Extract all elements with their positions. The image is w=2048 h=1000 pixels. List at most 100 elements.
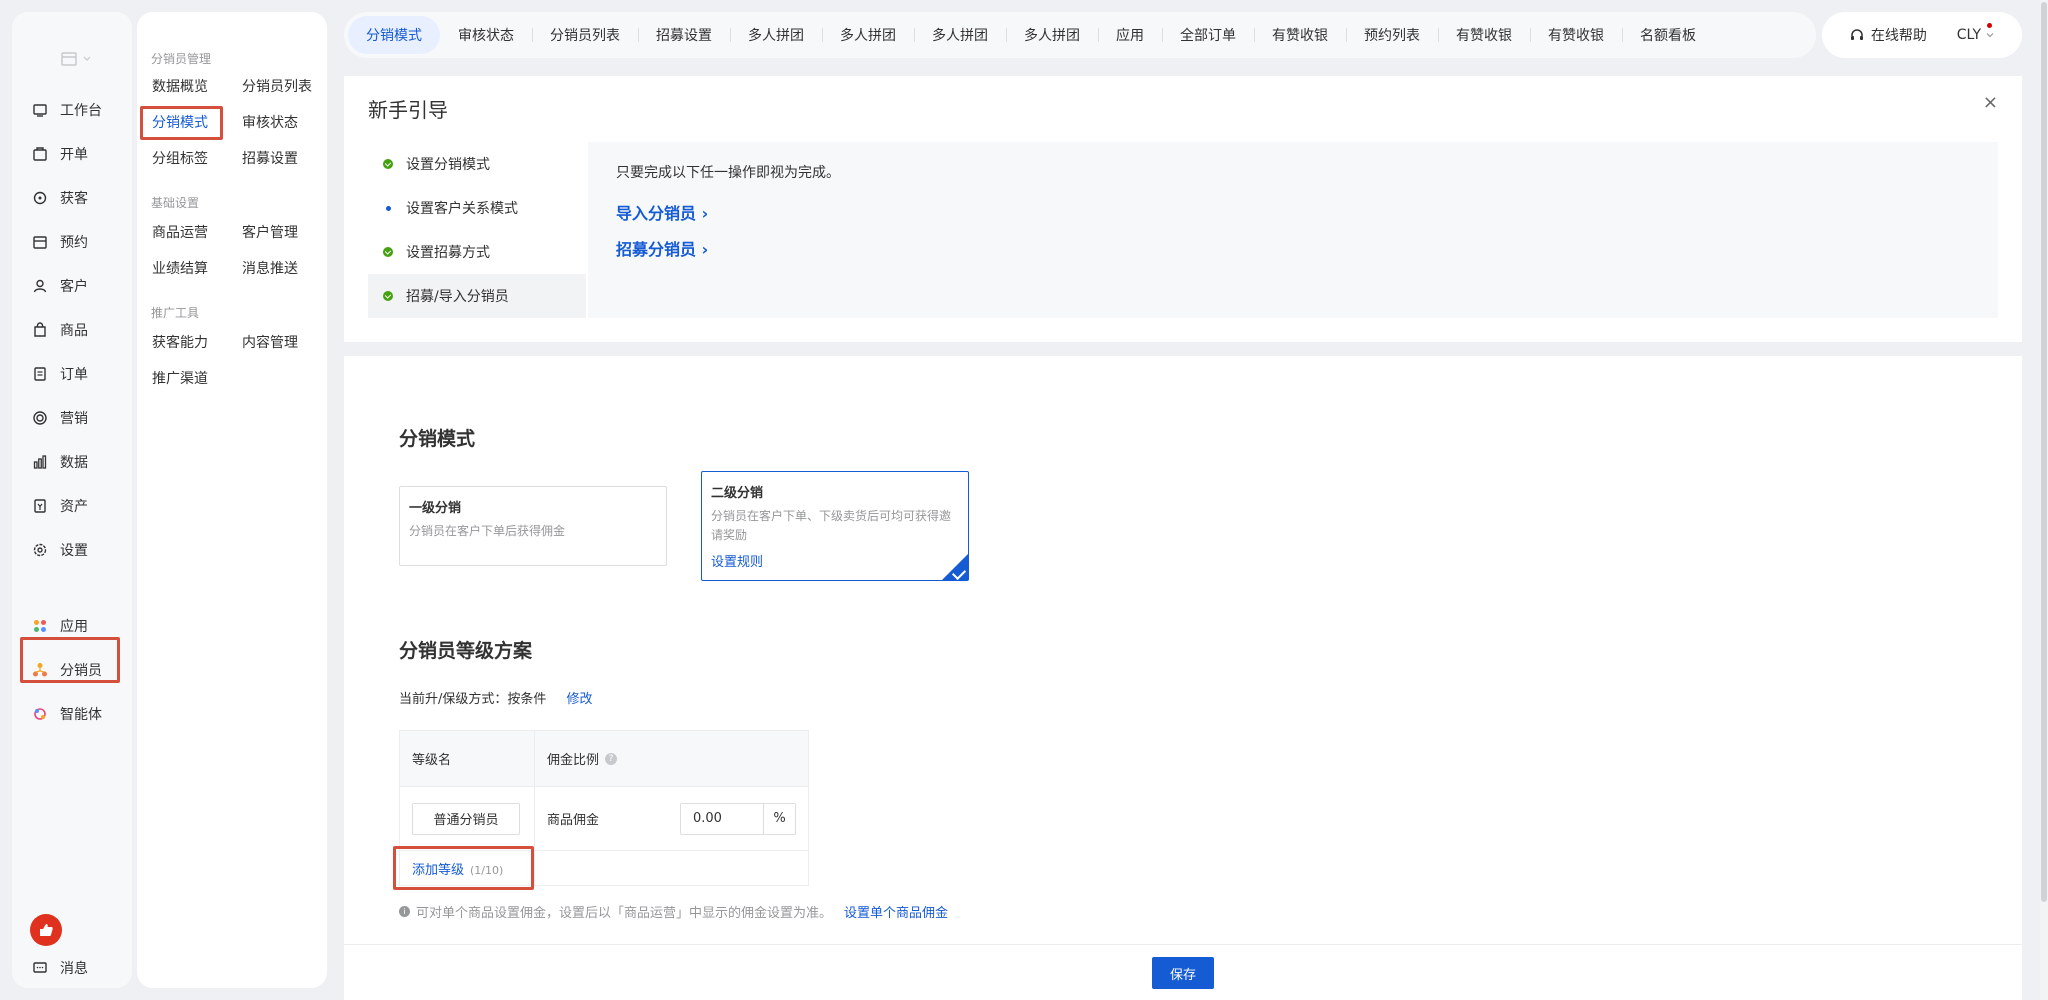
sidebar-item-label: 资产 [60, 499, 88, 515]
distribution-settings: 分销模式 一级分销 分销员在客户下单后获得佣金 二级分销 分销员在客户下单、下级… [344, 356, 2022, 944]
sidebar-item-message[interactable]: 消息 [32, 950, 128, 986]
sidebar-item-workbench[interactable]: 工作台 [32, 92, 128, 128]
tab-cashier-1[interactable]: 有赞收银 [1254, 16, 1346, 54]
top-right-actions: 在线帮助 CLY [1822, 12, 2022, 58]
import-distributor-link[interactable]: 导入分销员 › [616, 200, 1970, 224]
subnav-link-audit-status[interactable]: 审核状态 [242, 112, 298, 132]
sidebar-item-billing[interactable]: 开单 [32, 136, 128, 172]
subnav-link-content-mgmt[interactable]: 内容管理 [242, 332, 298, 352]
save-button[interactable]: 保存 [1152, 957, 1214, 989]
online-help-button[interactable]: 在线帮助 [1849, 25, 1927, 45]
guide-step[interactable]: 设置招募方式 [368, 230, 586, 274]
subnav-link-distribution-mode[interactable]: 分销模式 [152, 112, 208, 132]
subnav-link-recruit-settings[interactable]: 招募设置 [242, 148, 298, 168]
level-table: 等级名 佣金比例 ? 普通分销员 商品佣金 % 添加等级 (1/10) [399, 730, 809, 886]
tab-distributor-list[interactable]: 分销员列表 [532, 16, 638, 54]
sidebar-item-settings[interactable]: 设置 [32, 532, 128, 568]
sidebar-item-label: 订单 [60, 367, 88, 383]
mode-card-level-two[interactable]: 二级分销 分销员在客户下单、下级卖货后可均可获得邀请奖励 设置规则 [701, 471, 969, 581]
help-icon[interactable]: ? [605, 752, 618, 765]
mode-card-level-one[interactable]: 一级分销 分销员在客户下单后获得佣金 [399, 486, 667, 566]
sidebar-item-label: 消息 [60, 961, 88, 977]
subnav-link-settlement[interactable]: 业绩结算 [152, 258, 208, 278]
sidebar-item-calendar[interactable]: 预约 [32, 224, 128, 260]
recruit-distributor-link[interactable]: 招募分销员 › [616, 236, 1970, 260]
sidebar-item-agent[interactable]: 智能体 [32, 696, 128, 732]
single-goods-commission-link[interactable]: 设置单个商品佣金 [844, 902, 948, 921]
sidebar-item-label: 应用 [60, 619, 88, 635]
tab-cashier-2[interactable]: 有赞收银 [1438, 16, 1530, 54]
close-icon[interactable]: × [1983, 92, 1998, 113]
headset-icon [1850, 29, 1863, 40]
subnav-link-overview[interactable]: 数据概览 [152, 76, 208, 96]
subnav-link-distributor-list[interactable]: 分销员列表 [242, 76, 312, 96]
tab-group-buy-4[interactable]: 多人拼团 [1006, 16, 1098, 54]
header-commission-label: 佣金比例 [547, 753, 600, 768]
tab-apps[interactable]: 应用 [1098, 16, 1162, 54]
subnav-link-customer-mgmt[interactable]: 客户管理 [242, 222, 298, 242]
sidebar-item-acquire[interactable]: 获客 [32, 180, 128, 216]
tab-all-orders[interactable]: 全部订单 [1162, 16, 1254, 54]
tab-distribution-mode[interactable]: 分销模式 [348, 16, 440, 54]
acquire-icon [32, 190, 48, 206]
sidebar-item-order[interactable]: 订单 [32, 356, 128, 392]
commission-type: 商品佣金 [547, 813, 600, 828]
tab-group-buy-1[interactable]: 多人拼团 [730, 16, 822, 54]
subnav-link-channels[interactable]: 推广渠道 [152, 368, 208, 388]
tab-group-buy-2[interactable]: 多人拼团 [822, 16, 914, 54]
level-name-field[interactable]: 普通分销员 [412, 802, 520, 835]
commission-input[interactable] [681, 803, 763, 834]
chevron-down-icon [83, 56, 91, 61]
add-level-button[interactable]: 添加等级 (1/10) [412, 859, 503, 878]
guide-step-label: 设置客户关系模式 [406, 201, 518, 217]
info-icon: i [399, 906, 410, 917]
level-count: (1/10) [470, 863, 504, 877]
sidebar-item-apps[interactable]: 应用 [32, 608, 128, 644]
store-switcher[interactable] [60, 44, 100, 74]
mode-card-title: 二级分销 [711, 486, 764, 501]
tab-cashier-3[interactable]: 有赞收银 [1530, 16, 1622, 54]
subnav-group-title: 推广工具 [151, 306, 200, 320]
guide-step[interactable]: 设置客户关系模式 [368, 186, 586, 230]
subnav-group-title: 分销员管理 [151, 52, 212, 66]
guide-step[interactable]: 招募/导入分销员 [368, 274, 586, 318]
guide-step-content: 只要完成以下任一操作即视为完成。 导入分销员 › 招募分销员 › [588, 142, 1998, 318]
sidebar-item-label: 分销员 [60, 663, 102, 679]
primary-sidebar: 工作台 开单 获客 预约 客户 商品 订单 营销 数据 资产 设置 应用 分销员… [12, 12, 132, 988]
agent-icon [32, 706, 48, 722]
table-row: 添加等级 (1/10) [400, 851, 808, 885]
guide-step[interactable]: 设置分销模式 [368, 142, 586, 186]
tab-quota-board[interactable]: 名额看板 [1622, 16, 1714, 54]
tab-recruit-settings[interactable]: 招募设置 [638, 16, 730, 54]
sidebar-item-distributor[interactable]: 分销员 [32, 652, 128, 688]
user-icon [32, 278, 48, 294]
sidebar-item-goods[interactable]: 商品 [32, 312, 128, 348]
subnav-link-group-tags[interactable]: 分组标签 [152, 148, 208, 168]
check-circle-icon [382, 158, 394, 170]
page-scrollbar[interactable] [2040, 0, 2048, 1000]
message-icon [32, 960, 48, 976]
sidebar-item-data[interactable]: 数据 [32, 444, 128, 480]
sidebar-item-asset[interactable]: 资产 [32, 488, 128, 524]
current-dot-icon [382, 202, 394, 214]
tab-audit-status[interactable]: 审核状态 [440, 16, 532, 54]
header-level-name: 等级名 [400, 731, 535, 786]
apps-icon [32, 618, 48, 634]
commission-input-group: % [680, 802, 796, 835]
sidebar-item-customer[interactable]: 客户 [32, 268, 128, 304]
subnav-link-goods-ops[interactable]: 商品运营 [152, 222, 208, 242]
sidebar-item-label: 设置 [60, 543, 88, 559]
subnav-link-acquire-ability[interactable]: 获客能力 [152, 332, 208, 352]
set-rules-link[interactable]: 设置规则 [711, 551, 959, 570]
modify-link[interactable]: 修改 [567, 692, 593, 707]
guide-step-label: 设置分销模式 [406, 157, 490, 173]
sidebar-item-label: 工作台 [60, 103, 102, 119]
guide-hint: 只要完成以下任一操作即视为完成。 [616, 165, 840, 181]
subnav-link-message-push[interactable]: 消息推送 [242, 258, 298, 278]
tab-group-buy-3[interactable]: 多人拼团 [914, 16, 1006, 54]
scrollbar-thumb[interactable] [2041, 2, 2047, 902]
tab-booking-list[interactable]: 预约列表 [1346, 16, 1438, 54]
sidebar-item-marketing[interactable]: 营销 [32, 400, 128, 436]
user-menu[interactable]: CLY [1957, 23, 1995, 43]
notification-badge[interactable] [30, 914, 62, 946]
